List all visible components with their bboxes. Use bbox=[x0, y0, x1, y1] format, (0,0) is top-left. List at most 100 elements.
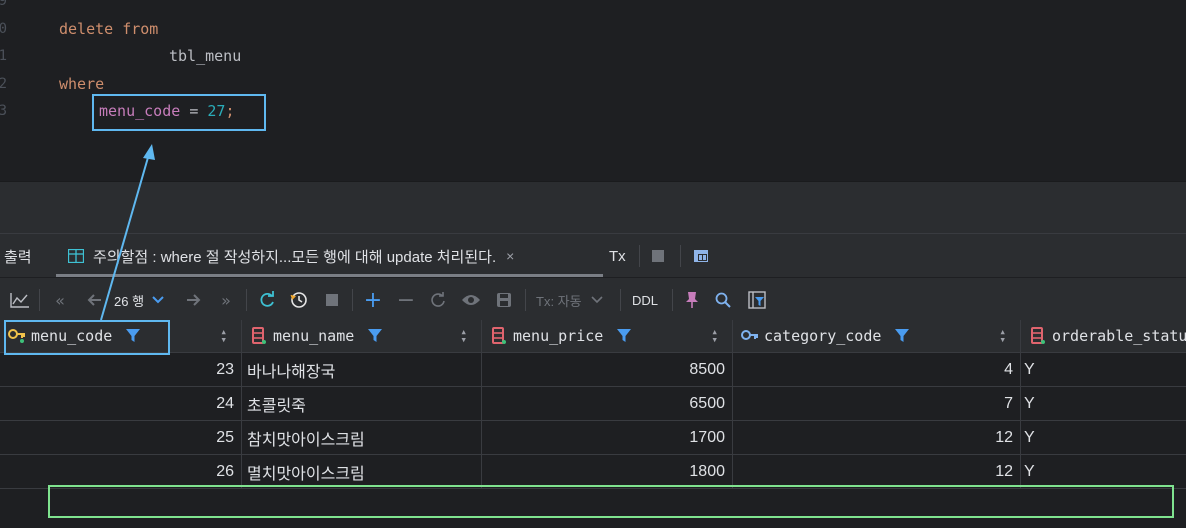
cell-menu-name[interactable]: 멸치맛아이스크림 bbox=[242, 455, 482, 488]
row-count-selector[interactable]: 26 행 bbox=[114, 289, 174, 311]
cell-menu-name[interactable]: 초콜릿죽 bbox=[242, 387, 482, 420]
row-count-label: 26 행 bbox=[114, 293, 145, 309]
cell-category-code[interactable]: 12 bbox=[733, 421, 1021, 454]
cell-orderable-status[interactable]: Y bbox=[1021, 421, 1186, 454]
column-header-category-code[interactable]: category_code ▴ ▾ bbox=[733, 320, 1021, 353]
arrow-left-icon bbox=[87, 294, 101, 306]
column-name: orderable_status bbox=[1052, 327, 1186, 345]
next-page-button[interactable] bbox=[182, 289, 206, 311]
table-row[interactable]: 26 멸치맛아이스크림 1800 12 Y bbox=[0, 455, 1186, 489]
toolbar-separator bbox=[525, 289, 526, 311]
cell-menu-price[interactable]: 1700 bbox=[482, 421, 733, 454]
table-grid-icon bbox=[68, 249, 84, 263]
cell-category-code[interactable]: 12 bbox=[733, 455, 1021, 488]
history-button[interactable] bbox=[288, 289, 310, 311]
condition-highlight-box bbox=[92, 94, 266, 131]
cancel-query-button[interactable] bbox=[322, 289, 342, 311]
cell-menu-code[interactable]: 25 bbox=[0, 421, 242, 454]
chart-button[interactable] bbox=[8, 289, 32, 311]
cell-menu-code[interactable]: 23 bbox=[0, 353, 242, 386]
sort-icon[interactable]: ▴ ▾ bbox=[460, 326, 467, 345]
revert-button[interactable] bbox=[427, 289, 449, 311]
stop-icon bbox=[326, 294, 338, 306]
line-number: 3 bbox=[0, 103, 7, 119]
cell-menu-price[interactable]: 6500 bbox=[482, 387, 733, 420]
tab-tx-label: Tx bbox=[609, 247, 626, 265]
cell-menu-price[interactable]: 8500 bbox=[482, 353, 733, 386]
code-line-delete[interactable]: delete from bbox=[59, 20, 158, 38]
tab-output-label: 출력 bbox=[4, 248, 32, 266]
code-line-where[interactable]: where bbox=[59, 75, 104, 93]
tab-separator bbox=[639, 245, 640, 267]
preview-button[interactable] bbox=[459, 289, 483, 311]
stop-tab-button[interactable] bbox=[651, 234, 665, 278]
column-header-menu-price[interactable]: menu_price ▴ ▾ bbox=[482, 320, 733, 353]
cell-menu-code[interactable]: 26 bbox=[0, 455, 242, 488]
tab-result[interactable]: 주의할점 : where 절 작성하지...모든 행에 대해 update 처리… bbox=[68, 234, 514, 278]
line-number: 9 bbox=[0, 0, 7, 9]
table-row[interactable]: 23 바나나해장국 8500 4 Y bbox=[0, 353, 1186, 387]
editor-results-divider bbox=[0, 181, 1186, 233]
keyword-delete: delete bbox=[59, 20, 114, 38]
cell-category-code[interactable]: 7 bbox=[733, 387, 1021, 420]
toolbar-separator bbox=[246, 289, 247, 311]
tab-output[interactable]: 출력 bbox=[4, 234, 32, 278]
layout-tab-button[interactable] bbox=[693, 234, 709, 278]
cell-menu-name[interactable]: 참치맛아이스크림 bbox=[242, 421, 482, 454]
toolbar-separator bbox=[672, 289, 673, 311]
cell-category-code[interactable]: 4 bbox=[733, 353, 1021, 386]
code-line-table[interactable]: tbl_menu bbox=[169, 47, 241, 65]
results-toolbar: « 26 행 » + − Tx: 자동 DDL bbox=[0, 277, 1186, 320]
column-icon bbox=[1031, 327, 1045, 344]
refresh-button[interactable] bbox=[256, 289, 278, 311]
stop-icon bbox=[652, 250, 664, 262]
save-icon bbox=[497, 293, 511, 307]
filter-panel-toggle[interactable] bbox=[746, 289, 768, 311]
cell-menu-code[interactable]: 24 bbox=[0, 387, 242, 420]
submit-button[interactable] bbox=[493, 289, 515, 311]
filter-icon[interactable] bbox=[368, 329, 383, 343]
table-row[interactable]: 24 초콜릿죽 6500 7 Y bbox=[0, 387, 1186, 421]
filter-icon[interactable] bbox=[617, 329, 632, 343]
column-header-orderable-status[interactable]: orderable_status bbox=[1021, 320, 1186, 353]
sort-icon[interactable]: ▴ ▾ bbox=[999, 326, 1006, 345]
cell-menu-name[interactable]: 바나나해장국 bbox=[242, 353, 482, 386]
close-icon[interactable]: × bbox=[506, 248, 514, 264]
toolbar-separator bbox=[39, 289, 40, 311]
cell-menu-price[interactable]: 1800 bbox=[482, 455, 733, 488]
revert-icon bbox=[431, 292, 445, 307]
eye-icon bbox=[462, 295, 480, 305]
search-icon bbox=[715, 292, 731, 308]
previous-page-button[interactable] bbox=[82, 289, 106, 311]
cell-orderable-status[interactable]: Y bbox=[1021, 455, 1186, 488]
ddl-button[interactable]: DDL bbox=[630, 289, 660, 311]
delete-row-button[interactable]: − bbox=[395, 288, 417, 313]
chart-line-icon bbox=[10, 293, 29, 308]
pin-tab-button[interactable] bbox=[682, 289, 702, 311]
chevron-down-icon bbox=[591, 296, 603, 304]
chevron-down-icon bbox=[152, 296, 164, 304]
first-page-button[interactable]: « bbox=[50, 289, 70, 311]
search-button[interactable] bbox=[713, 289, 733, 311]
tab-result-label: 주의할점 : where 절 작성하지...모든 행에 대해 update 처리… bbox=[93, 248, 497, 266]
deleted-row-highlight-box bbox=[48, 485, 1174, 518]
line-number: 2 bbox=[0, 76, 7, 92]
last-page-button[interactable]: » bbox=[216, 289, 236, 311]
add-row-button[interactable]: + bbox=[362, 288, 384, 313]
double-chevron-right-icon: » bbox=[221, 290, 231, 310]
sort-icon[interactable]: ▴ ▾ bbox=[711, 326, 718, 345]
tab-separator bbox=[680, 245, 681, 267]
filter-icon[interactable] bbox=[895, 329, 910, 343]
cell-orderable-status[interactable]: Y bbox=[1021, 353, 1186, 386]
sort-icon[interactable]: ▴ ▾ bbox=[220, 326, 227, 345]
tx-mode-selector[interactable]: Tx: 자동 bbox=[536, 289, 612, 311]
table-row[interactable]: 25 참치맛아이스크림 1700 12 Y bbox=[0, 421, 1186, 455]
refresh-icon bbox=[260, 291, 274, 307]
sql-editor[interactable]: 9 0 1 2 3 delete from tbl_menu where men… bbox=[0, 0, 1186, 181]
cell-orderable-status[interactable]: Y bbox=[1021, 387, 1186, 420]
tab-tx[interactable]: Tx bbox=[609, 234, 626, 278]
column-header-menu-name[interactable]: menu_name ▴ ▾ bbox=[242, 320, 482, 353]
line-number: 1 bbox=[0, 48, 7, 64]
toolbar-separator bbox=[352, 289, 353, 311]
column-name: menu_price bbox=[513, 327, 604, 345]
